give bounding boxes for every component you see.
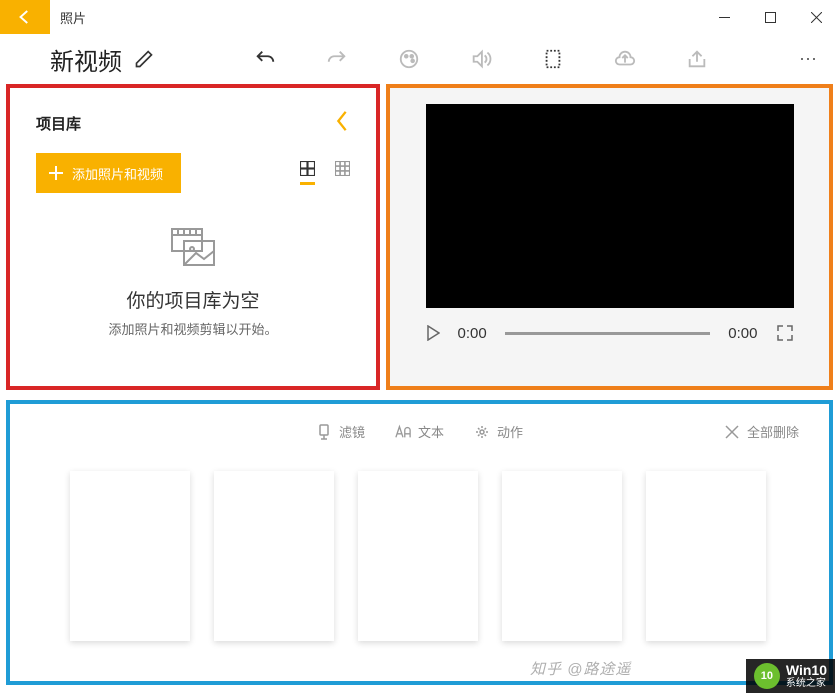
play-button[interactable]: [426, 325, 440, 341]
arrow-left-icon: [16, 8, 34, 26]
video-preview[interactable]: [426, 104, 794, 308]
media-empty-icon: [170, 227, 216, 267]
grid-small-icon[interactable]: [335, 161, 350, 176]
undo-icon[interactable]: [254, 48, 276, 70]
clip-placeholder[interactable]: [70, 471, 190, 641]
watermark-zhihu: 知乎 @路途遥: [530, 658, 631, 679]
empty-library-state: 你的项目库为空 添加照片和视频剪辑以开始。: [36, 227, 350, 338]
close-icon: [725, 425, 739, 439]
add-media-button[interactable]: 添加照片和视频: [36, 153, 181, 193]
empty-subtitle: 添加照片和视频剪辑以开始。: [36, 319, 350, 338]
theme-icon[interactable]: [398, 48, 420, 70]
minimize-icon: [719, 12, 730, 23]
maximize-icon: [765, 12, 776, 23]
chevron-left-icon: [334, 110, 350, 132]
more-options-button[interactable]: ⋯: [799, 49, 829, 70]
library-title: 项目库: [36, 113, 81, 134]
time-current: 0:00: [458, 325, 487, 342]
library-panel: 项目库 添加照片和视频 你的项目库为空 添加照片和视频剪辑以开始。: [6, 84, 380, 390]
win10-logo-icon: 10: [754, 663, 780, 689]
pencil-icon[interactable]: [134, 49, 154, 69]
clip-placeholder[interactable]: [214, 471, 334, 641]
add-media-label: 添加照片和视频: [72, 164, 163, 183]
grid-large-icon[interactable]: [300, 161, 315, 185]
close-button[interactable]: [793, 0, 839, 34]
watermark-win10: 10 Win10 系统之家: [746, 659, 835, 693]
back-button[interactable]: [0, 0, 50, 34]
cloud-icon[interactable]: [614, 48, 636, 70]
storyboard-toolbar: 滤镜 文本 动作 全部删除: [10, 404, 829, 451]
minimize-button[interactable]: [701, 0, 747, 34]
collapse-library-button[interactable]: [334, 110, 350, 137]
text-icon: [395, 424, 411, 440]
motion-icon: [474, 424, 490, 440]
filter-icon: [316, 424, 332, 440]
app-title: 照片: [60, 8, 86, 27]
redo-icon[interactable]: [326, 48, 348, 70]
motion-button[interactable]: 动作: [474, 422, 523, 441]
delete-all-button[interactable]: 全部删除: [725, 422, 799, 441]
seek-bar[interactable]: [505, 332, 711, 335]
main-toolbar: 新视频 ⋯: [0, 34, 839, 84]
empty-title: 你的项目库为空: [36, 286, 350, 313]
project-title: 新视频: [50, 42, 122, 77]
clip-placeholder[interactable]: [502, 471, 622, 641]
window-controls: [701, 0, 839, 34]
aspect-icon[interactable]: [542, 48, 564, 70]
clip-strip: [10, 451, 829, 661]
clip-placeholder[interactable]: [358, 471, 478, 641]
audio-icon[interactable]: [470, 48, 492, 70]
time-total: 0:00: [728, 325, 757, 342]
close-icon: [811, 12, 822, 23]
filter-button[interactable]: 滤镜: [316, 422, 365, 441]
share-icon[interactable]: [686, 48, 708, 70]
storyboard-panel: 滤镜 文本 动作 全部删除: [6, 400, 833, 685]
maximize-button[interactable]: [747, 0, 793, 34]
clip-placeholder[interactable]: [646, 471, 766, 641]
text-button[interactable]: 文本: [395, 422, 444, 441]
fullscreen-button[interactable]: [776, 324, 794, 342]
preview-panel: 0:00 0:00: [386, 84, 833, 390]
titlebar: 照片: [0, 0, 839, 34]
video-controls: 0:00 0:00: [426, 308, 794, 358]
plus-icon: [48, 165, 64, 181]
